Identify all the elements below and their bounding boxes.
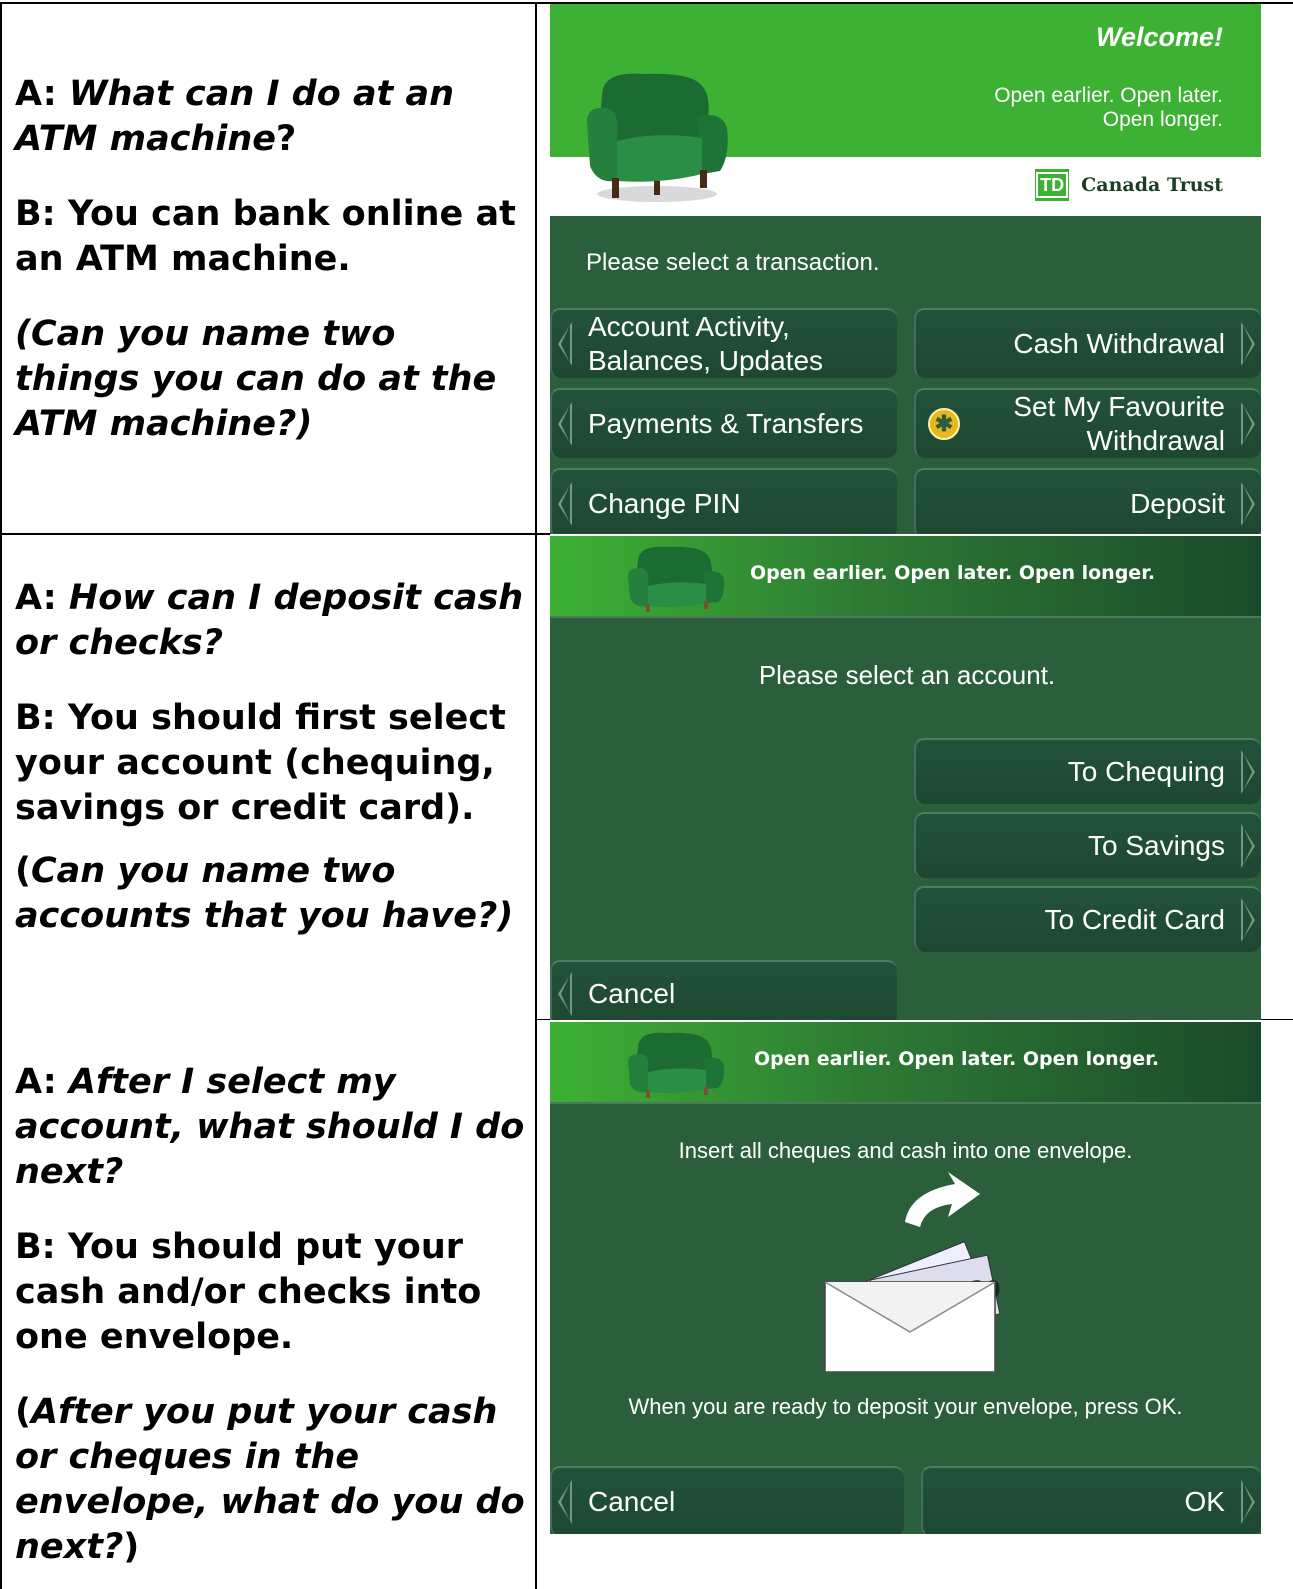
arrow-left-icon: [558, 402, 572, 446]
cancel-button[interactable]: Cancel: [550, 960, 897, 1020]
envelope-icon: 20: [824, 1172, 1001, 1372]
arrow-right-icon: [1241, 824, 1255, 868]
banner-separator: [550, 1102, 1261, 1104]
to-chequing-button[interactable]: To Chequing: [914, 738, 1261, 804]
question-a: A: What can I do at an ATM machine?: [15, 74, 455, 159]
table-column-divider: [535, 2, 537, 1589]
atm-screen-insert-envelope: Open earlier. Open later. Open longer. I…: [550, 1022, 1261, 1534]
arrow-right-icon: [1241, 1480, 1255, 1524]
answer-b: B: You should first select your account …: [15, 698, 506, 828]
to-savings-button[interactable]: To Savings: [914, 812, 1261, 878]
account-activity-button[interactable]: Account Activity, Balances, Updates: [550, 308, 897, 378]
star-icon: ✱: [928, 408, 960, 440]
question-a: A: How can I deposit cash or checks?: [15, 578, 524, 663]
answer-b: B: You can bank online at an ATM machine…: [15, 194, 516, 279]
transaction-prompt: Please select a transaction.: [586, 249, 880, 276]
dialogue-row-1: A: What can I do at an ATM machine? B: Y…: [15, 72, 530, 447]
table-left-border: [0, 2, 2, 1589]
dialogue-row-3: A: After I select my account, what shoul…: [15, 1060, 530, 1570]
banner-separator: [550, 616, 1261, 618]
discussion-prompt: (Can you name two things you can do at t…: [15, 314, 497, 444]
ok-button[interactable]: OK: [921, 1466, 1261, 1534]
cash-withdrawal-button[interactable]: Cash Withdrawal: [914, 308, 1261, 378]
armchair-icon: [628, 546, 725, 612]
cancel-button[interactable]: Cancel: [550, 1466, 904, 1534]
arrow-right-icon: [1241, 750, 1255, 794]
arrow-right-icon: [1241, 322, 1255, 366]
account-prompt: Please select an account.: [758, 660, 1056, 690]
deposit-button[interactable]: Deposit: [914, 468, 1261, 534]
arrow-left-icon: [558, 1480, 572, 1524]
answer-b: B: You should put your cash and/or check…: [15, 1227, 482, 1357]
arrow-left-icon: [558, 482, 572, 526]
dialogue-row-2: A: How can I deposit cash or checks? B: …: [15, 576, 530, 939]
ready-instruction: When you are ready to deposit your envel…: [628, 1394, 1183, 1419]
tagline: Open earlier. Open later. Open longer.: [994, 84, 1223, 131]
arrow-right-icon: [1241, 482, 1255, 526]
discussion-prompt: (Can you name two accounts that you have…: [15, 851, 514, 936]
banner-tagline: Open earlier. Open later. Open longer.: [750, 562, 1156, 584]
atm-screen-transaction-menu: Welcome! Open earlier. Open later. Open …: [550, 4, 1261, 534]
question-a: A: After I select my account, what shoul…: [15, 1062, 525, 1192]
banner-tagline: Open earlier. Open later. Open longer.: [754, 1048, 1160, 1070]
arrow-right-icon: [1241, 898, 1255, 942]
td-brand: TD Canada Trust: [1035, 169, 1223, 201]
change-pin-button[interactable]: Change PIN: [550, 468, 897, 534]
td-logo-icon: TD: [1035, 169, 1070, 201]
arrow-left-icon: [558, 322, 572, 366]
welcome-title: Welcome!: [1095, 22, 1223, 52]
payments-transfers-button[interactable]: Payments & Transfers: [550, 388, 897, 458]
to-credit-card-button[interactable]: To Credit Card: [914, 886, 1261, 952]
atm-screen-select-account: Open earlier. Open later. Open longer. P…: [550, 536, 1261, 1020]
arrow-right-icon: [1241, 402, 1255, 446]
envelope-instruction: Insert all cheques and cash into one env…: [678, 1138, 1133, 1163]
armchair-icon: [628, 1032, 725, 1098]
favourite-withdrawal-button[interactable]: ✱ Set My Favourite Withdrawal: [914, 388, 1261, 458]
table-row-divider: [0, 533, 550, 535]
arrow-left-icon: [558, 972, 572, 1016]
discussion-prompt: (After you put your cash or cheques in t…: [15, 1392, 525, 1567]
armchair-icon: [587, 73, 728, 202]
bank-name: Canada Trust: [1081, 174, 1223, 196]
